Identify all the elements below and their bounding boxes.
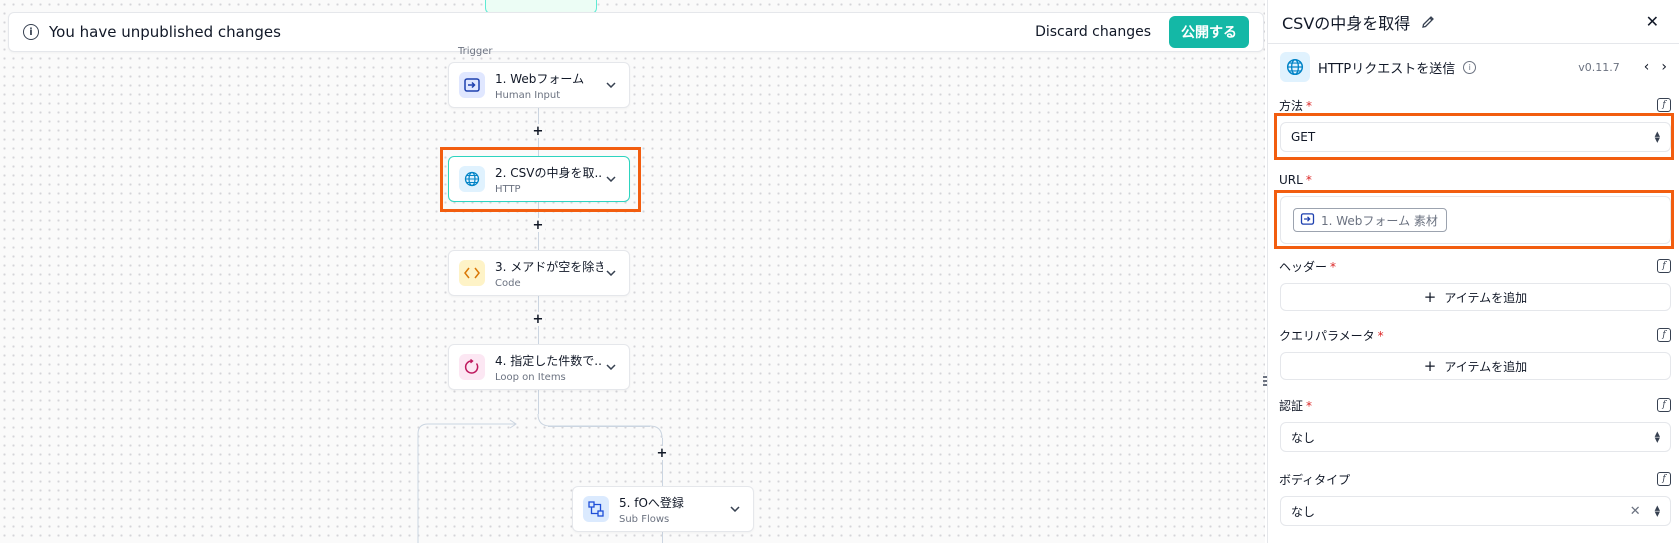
headers-label-text: ヘッダー <box>1279 259 1328 274</box>
flow-node-http[interactable]: 2. CSVの中身を取... HTTP <box>448 156 630 202</box>
chevron-down-icon[interactable] <box>727 501 743 517</box>
flow-node-subflow[interactable]: 5. fOへ登録 Sub Flows <box>572 486 754 532</box>
required-mark: * <box>1306 398 1313 413</box>
chevron-down-icon[interactable] <box>603 171 619 187</box>
required-mark: * <box>1377 328 1384 343</box>
query-label: クエリパラメータ * <box>1279 327 1384 344</box>
formula-toggle-icon[interactable]: f <box>1657 259 1671 273</box>
required-mark: * <box>1305 173 1312 187</box>
action-selector-row: HTTPリクエストを送信 i v0.11.7 ‹ › <box>1268 44 1679 90</box>
method-value: GET <box>1291 130 1316 144</box>
headers-label: ヘッダー * <box>1279 258 1336 275</box>
body-type-select[interactable]: なし ✕ ▲ ▼ <box>1280 496 1671 526</box>
body-type-value: なし <box>1291 504 1316 519</box>
node-subtitle: Code <box>495 277 521 289</box>
method-field: 方法 * f <box>1279 97 1671 113</box>
url-field: URL * <box>1279 172 1671 188</box>
url-label: URL * <box>1279 173 1312 187</box>
loop-branch-connector <box>537 413 663 439</box>
flow-node-loop[interactable]: 4. 指定した件数で... Loop on Items <box>448 344 630 390</box>
close-icon[interactable]: ✕ <box>1646 12 1659 31</box>
node-subtitle: HTTP <box>495 183 521 195</box>
add-step-button[interactable]: + <box>531 218 545 233</box>
connector-line <box>662 532 663 543</box>
version-label: v0.11.7 <box>1578 60 1620 74</box>
required-mark: * <box>1306 98 1313 113</box>
add-step-button[interactable]: + <box>531 312 545 327</box>
loop-icon <box>459 354 485 380</box>
chevron-down-icon[interactable] <box>603 77 619 93</box>
variable-chip-label: 1. Webフォーム 素材 <box>1321 213 1438 228</box>
trigger-label: Trigger <box>458 46 493 57</box>
body-type-label: ボディタイプ <box>1279 472 1351 487</box>
query-params-field: クエリパラメータ * f <box>1279 327 1671 343</box>
formula-toggle-icon[interactable]: f <box>1657 398 1671 412</box>
url-label-text: URL <box>1279 173 1303 187</box>
headers-field: ヘッダー * f <box>1279 258 1671 274</box>
discard-changes-button[interactable]: Discard changes <box>1035 24 1151 40</box>
code-icon <box>459 260 485 286</box>
node-subtitle: Loop on Items <box>495 371 566 383</box>
panel-header: CSVの中身を取得 ✕ <box>1268 0 1679 44</box>
loop-back-connector <box>417 419 517 543</box>
formula-toggle-icon[interactable]: f <box>1657 98 1671 112</box>
chevron-down-icon[interactable] <box>603 359 619 375</box>
subflow-icon <box>583 496 609 522</box>
globe-icon <box>459 166 485 192</box>
method-label: 方法 * <box>1279 97 1312 114</box>
node-title: 2. CSVの中身を取... <box>495 165 603 180</box>
variable-chip[interactable]: 1. Webフォーム 素材 <box>1293 208 1447 232</box>
flow-canvas[interactable]: i You have unpublished changes Discard c… <box>0 0 1265 543</box>
globe-icon <box>1280 52 1310 82</box>
add-item-label: アイテムを追加 <box>1444 290 1528 305</box>
node-title: 1. Webフォーム <box>495 71 585 86</box>
pencil-icon[interactable] <box>1420 14 1436 30</box>
add-header-button[interactable]: + アイテムを追加 <box>1280 283 1671 311</box>
node-subtitle: Human Input <box>495 89 561 101</box>
chevron-updown-icon: ▲ ▼ <box>1654 504 1660 518</box>
chevron-updown-icon: ▲ ▼ <box>1654 130 1660 144</box>
add-query-param-button[interactable]: + アイテムを追加 <box>1280 352 1671 380</box>
add-step-button[interactable]: + <box>531 124 545 139</box>
body-type-field: ボディタイプ f <box>1279 471 1671 487</box>
query-label-text: クエリパラメータ <box>1279 328 1375 343</box>
auth-field: 認証 * f <box>1279 397 1671 413</box>
add-item-label: アイテムを追加 <box>1444 359 1528 374</box>
chevron-left-icon[interactable]: ‹ <box>1644 59 1650 75</box>
panel-title[interactable]: CSVの中身を取得 <box>1282 10 1410 34</box>
formula-toggle-icon[interactable]: f <box>1657 472 1671 486</box>
auth-value: なし <box>1291 430 1316 445</box>
form-input-icon <box>459 72 485 98</box>
plus-icon: + <box>1423 357 1437 375</box>
auth-label: 認証 * <box>1279 397 1312 414</box>
add-step-button[interactable]: + <box>655 446 669 461</box>
info-icon[interactable]: i <box>1463 60 1477 74</box>
url-input[interactable]: 1. Webフォーム 素材 <box>1280 196 1671 244</box>
chevron-down-icon[interactable] <box>603 265 619 281</box>
node-subtitle: Sub Flows <box>619 513 670 525</box>
flow-node-webform[interactable]: 1. Webフォーム Human Input <box>448 62 630 108</box>
node-title: 3. メアドが空を除き... <box>495 259 603 274</box>
required-mark: * <box>1330 259 1337 274</box>
method-label-text: 方法 <box>1279 98 1304 113</box>
plus-icon: + <box>1423 288 1437 306</box>
publish-button[interactable]: 公開する <box>1169 16 1249 48</box>
flow-node-code[interactable]: 3. メアドが空を除き... Code <box>448 250 630 296</box>
clear-icon[interactable]: ✕ <box>1630 504 1641 519</box>
panel-resize-handle[interactable] <box>1261 375 1269 387</box>
node-title: 4. 指定した件数で... <box>495 353 603 368</box>
info-icon: i <box>23 24 39 40</box>
chevron-updown-icon: ▲ ▼ <box>1654 430 1660 444</box>
unpublished-banner: i You have unpublished changes Discard c… <box>8 12 1264 52</box>
form-input-icon <box>1300 212 1315 228</box>
auth-select[interactable]: なし ▲ ▼ <box>1280 422 1671 452</box>
banner-message: You have unpublished changes <box>49 23 281 41</box>
node-title: 5. fOへ登録 <box>619 495 684 510</box>
formula-toggle-icon[interactable]: f <box>1657 328 1671 342</box>
chevron-right-icon[interactable]: › <box>1661 59 1667 75</box>
auth-label-text: 認証 <box>1279 398 1304 413</box>
action-label: HTTPリクエストを送信 <box>1318 61 1456 77</box>
method-select[interactable]: GET ▲ ▼ <box>1280 122 1671 152</box>
